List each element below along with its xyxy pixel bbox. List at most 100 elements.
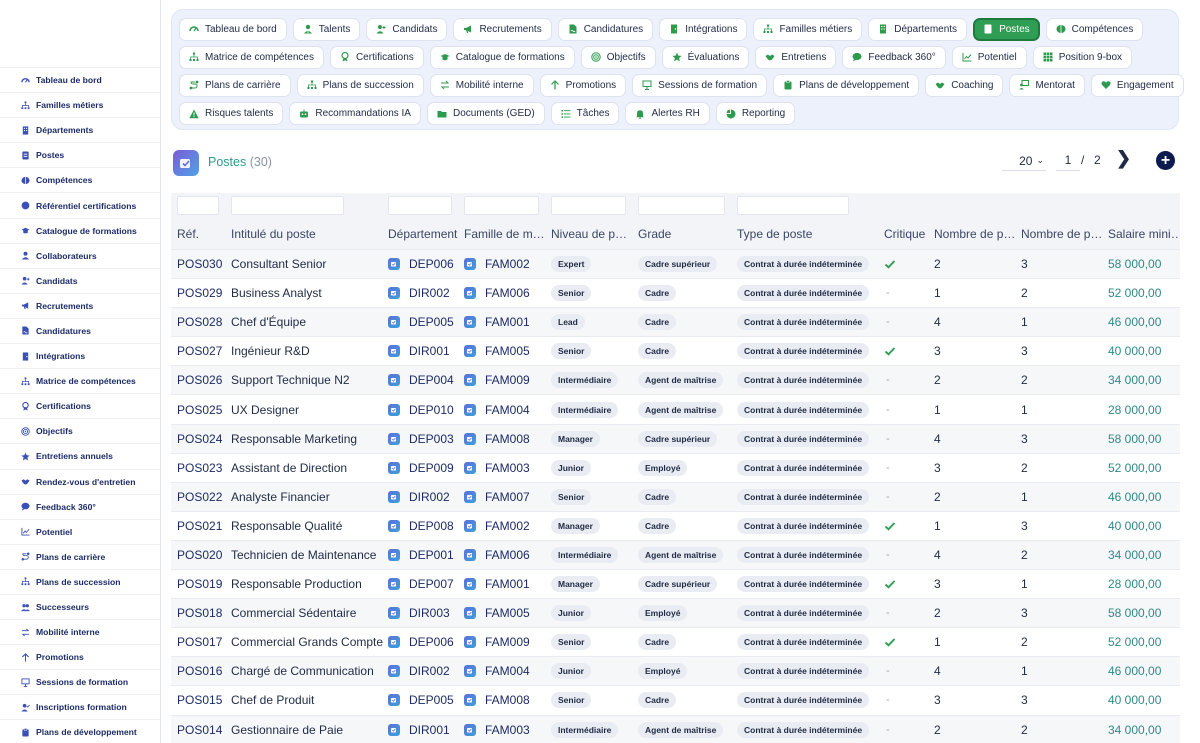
ref-cell[interactable]: POS014 <box>177 716 227 743</box>
table-row[interactable]: POS025 UX Designer DEP010 FAM004 Intermédiai… <box>171 395 1180 425</box>
nav-tab-robot[interactable]: Recommandations IA <box>289 102 421 126</box>
nav-tab-file-signature[interactable]: Candidatures <box>557 17 654 41</box>
ref-cell[interactable]: POS026 <box>177 366 227 394</box>
ref-cell[interactable]: POS022 <box>177 483 227 511</box>
nav-tab-exchange[interactable]: Mobilité interne <box>429 73 534 97</box>
ref-cell[interactable]: POS029 <box>177 279 227 307</box>
nav-tab-bell[interactable]: Alertes RH <box>625 102 710 126</box>
sidebar-item-megaphone[interactable]: Recrutements <box>0 294 160 319</box>
family-cell[interactable]: FAM002 <box>464 250 546 278</box>
department-cell[interactable]: DEP006 <box>388 250 460 278</box>
column-header[interactable]: Famille de m… <box>464 219 546 249</box>
family-cell[interactable]: FAM006 <box>464 541 546 569</box>
table-row[interactable]: POS028 Chef d'Équipe DEP005 FAM001 Lead Cadre… <box>171 308 1180 338</box>
column-header[interactable]: Type de poste <box>737 219 879 249</box>
family-cell[interactable]: FAM007 <box>464 483 546 511</box>
nav-tab-hierarchy[interactable]: Familles métiers <box>753 17 863 41</box>
department-cell[interactable]: DIR001 <box>388 337 460 365</box>
column-header[interactable]: Intitulé du poste <box>231 219 381 249</box>
ref-cell[interactable]: POS024 <box>177 425 227 453</box>
nav-tab-graduation-cap[interactable]: Catalogue de formations <box>429 45 575 69</box>
sidebar-item-dashboard[interactable]: Tableau de bord <box>0 68 160 94</box>
family-cell[interactable]: FAM004 <box>464 395 546 423</box>
family-cell[interactable]: FAM002 <box>464 512 546 540</box>
column-header[interactable]: Grade <box>638 219 734 249</box>
department-cell[interactable]: DEP009 <box>388 454 460 482</box>
column-header[interactable]: Département <box>388 219 460 249</box>
nav-tab-door[interactable]: Intégrations <box>659 17 748 41</box>
nav-tab-dashboard[interactable]: Tableau de bord <box>179 17 287 41</box>
table-row[interactable]: POS020 Technicien de Maintenance DEP001 FAM… <box>171 540 1180 571</box>
nav-tab-id-card[interactable]: Postes <box>973 17 1040 41</box>
table-row[interactable]: POS019 Responsable Production DEP007 FAM001… <box>171 570 1180 600</box>
nav-tab-megaphone[interactable]: Recrutements <box>453 17 552 41</box>
add-record-button[interactable]: + <box>1156 151 1175 170</box>
sidebar-item-building[interactable]: Départements <box>0 118 160 144</box>
department-cell[interactable]: DEP005 <box>388 686 460 714</box>
column-header[interactable]: Salaire mini… <box>1108 219 1180 249</box>
nav-tab-comment[interactable]: Feedback 360° <box>842 45 946 69</box>
sidebar-item-id-card[interactable]: Postes <box>0 143 160 169</box>
sidebar-item-clipboard[interactable]: Plans de développement <box>0 720 160 743</box>
ref-cell[interactable]: POS027 <box>177 337 227 365</box>
column-header[interactable]: Nombre de p… <box>1021 219 1103 249</box>
ref-cell[interactable]: POS028 <box>177 308 227 336</box>
nav-tab-heart[interactable]: Engagement <box>1090 73 1184 97</box>
family-cell[interactable]: FAM005 <box>464 337 546 365</box>
department-cell[interactable]: DIR002 <box>388 657 460 685</box>
table-row[interactable]: POS014 Gestionnaire de Paie DIR001 FAM003 In… <box>171 715 1180 743</box>
ref-cell[interactable]: POS019 <box>177 570 227 598</box>
column-filter-input[interactable] <box>177 196 219 215</box>
department-cell[interactable]: DEP010 <box>388 395 460 423</box>
ref-cell[interactable]: POS016 <box>177 657 227 685</box>
sidebar-item-user[interactable]: Collaborateurs <box>0 244 160 269</box>
ref-cell[interactable]: POS015 <box>177 686 227 714</box>
column-header[interactable]: Niveau de p… <box>551 219 635 249</box>
sidebar-item-exchange[interactable]: Mobilité interne <box>0 620 160 646</box>
sidebar-item-brain[interactable]: Compétences <box>0 168 160 194</box>
current-page-input[interactable]: 1 <box>1056 151 1080 171</box>
nav-tab-brain[interactable]: Compétences <box>1045 17 1144 41</box>
nav-tab-user-tie[interactable]: Talents <box>292 17 361 41</box>
department-cell[interactable]: DEP008 <box>388 512 460 540</box>
ref-cell[interactable]: POS023 <box>177 454 227 482</box>
table-row[interactable]: POS030 Consultant Senior DEP006 FAM002 Exper… <box>171 250 1180 280</box>
sidebar-item-chart-line[interactable]: Potentiel <box>0 520 160 545</box>
sidebar-item-hierarchy[interactable]: Plans de succession <box>0 570 160 595</box>
table-row[interactable]: POS027 Ingénieur R&D DIR001 FAM005 Senior Cad… <box>171 337 1180 367</box>
ref-cell[interactable]: POS025 <box>177 395 227 423</box>
sidebar-item-user-plus[interactable]: Candidats <box>0 269 160 294</box>
ref-cell[interactable]: POS030 <box>177 250 227 278</box>
column-filter-input[interactable] <box>551 196 626 215</box>
sidebar-item-arrow-up[interactable]: Promotions <box>0 645 160 671</box>
sidebar-item-hierarchy[interactable]: Matrice de compétences <box>0 369 160 395</box>
family-cell[interactable]: FAM008 <box>464 425 546 453</box>
nav-tab-hierarchy[interactable]: Matrice de compétences <box>179 45 324 69</box>
nav-tab-pie-chart[interactable]: Reporting <box>715 102 796 126</box>
department-cell[interactable]: DEP004 <box>388 366 460 394</box>
family-cell[interactable]: FAM005 <box>464 599 546 627</box>
nav-tab-arrow-up[interactable]: Promotions <box>539 73 627 97</box>
table-row[interactable]: POS016 Chargé de Communication DIR002 FAM00… <box>171 657 1180 687</box>
family-cell[interactable]: FAM001 <box>464 308 546 336</box>
nav-tab-chart-line[interactable]: Potentiel <box>951 45 1027 69</box>
table-row[interactable]: POS022 Analyste Financier DIR002 FAM007 Seni… <box>171 482 1180 512</box>
sidebar-item-hierarchy[interactable]: Familles métiers <box>0 93 160 119</box>
nav-tab-user-plus[interactable]: Candidats <box>366 17 448 41</box>
nav-tab-list[interactable]: Tâches <box>550 102 620 126</box>
nav-tab-chalkboard-user[interactable]: Mentorat <box>1009 73 1085 97</box>
sidebar-item-target[interactable]: Objectifs <box>0 419 160 445</box>
family-cell[interactable]: FAM003 <box>464 454 546 482</box>
table-row[interactable]: POS023 Assistant de Direction DEP009 FAM003… <box>171 454 1180 483</box>
nav-tab-target[interactable]: Objectifs <box>580 45 656 69</box>
sidebar-item-file-signature[interactable]: Candidatures <box>0 319 160 345</box>
nav-tab-building[interactable]: Départements <box>868 17 968 41</box>
sidebar-item-door[interactable]: Intégrations <box>0 344 160 370</box>
department-cell[interactable]: DEP007 <box>388 570 460 598</box>
family-cell[interactable]: FAM006 <box>464 279 546 307</box>
sidebar-item-certificate[interactable]: Référentiel certifications <box>0 193 160 219</box>
family-cell[interactable]: FAM009 <box>464 366 546 394</box>
sidebar-item-users[interactable]: Successeurs <box>0 595 160 621</box>
ref-cell[interactable]: POS017 <box>177 628 227 656</box>
column-filter-input[interactable] <box>737 196 849 215</box>
